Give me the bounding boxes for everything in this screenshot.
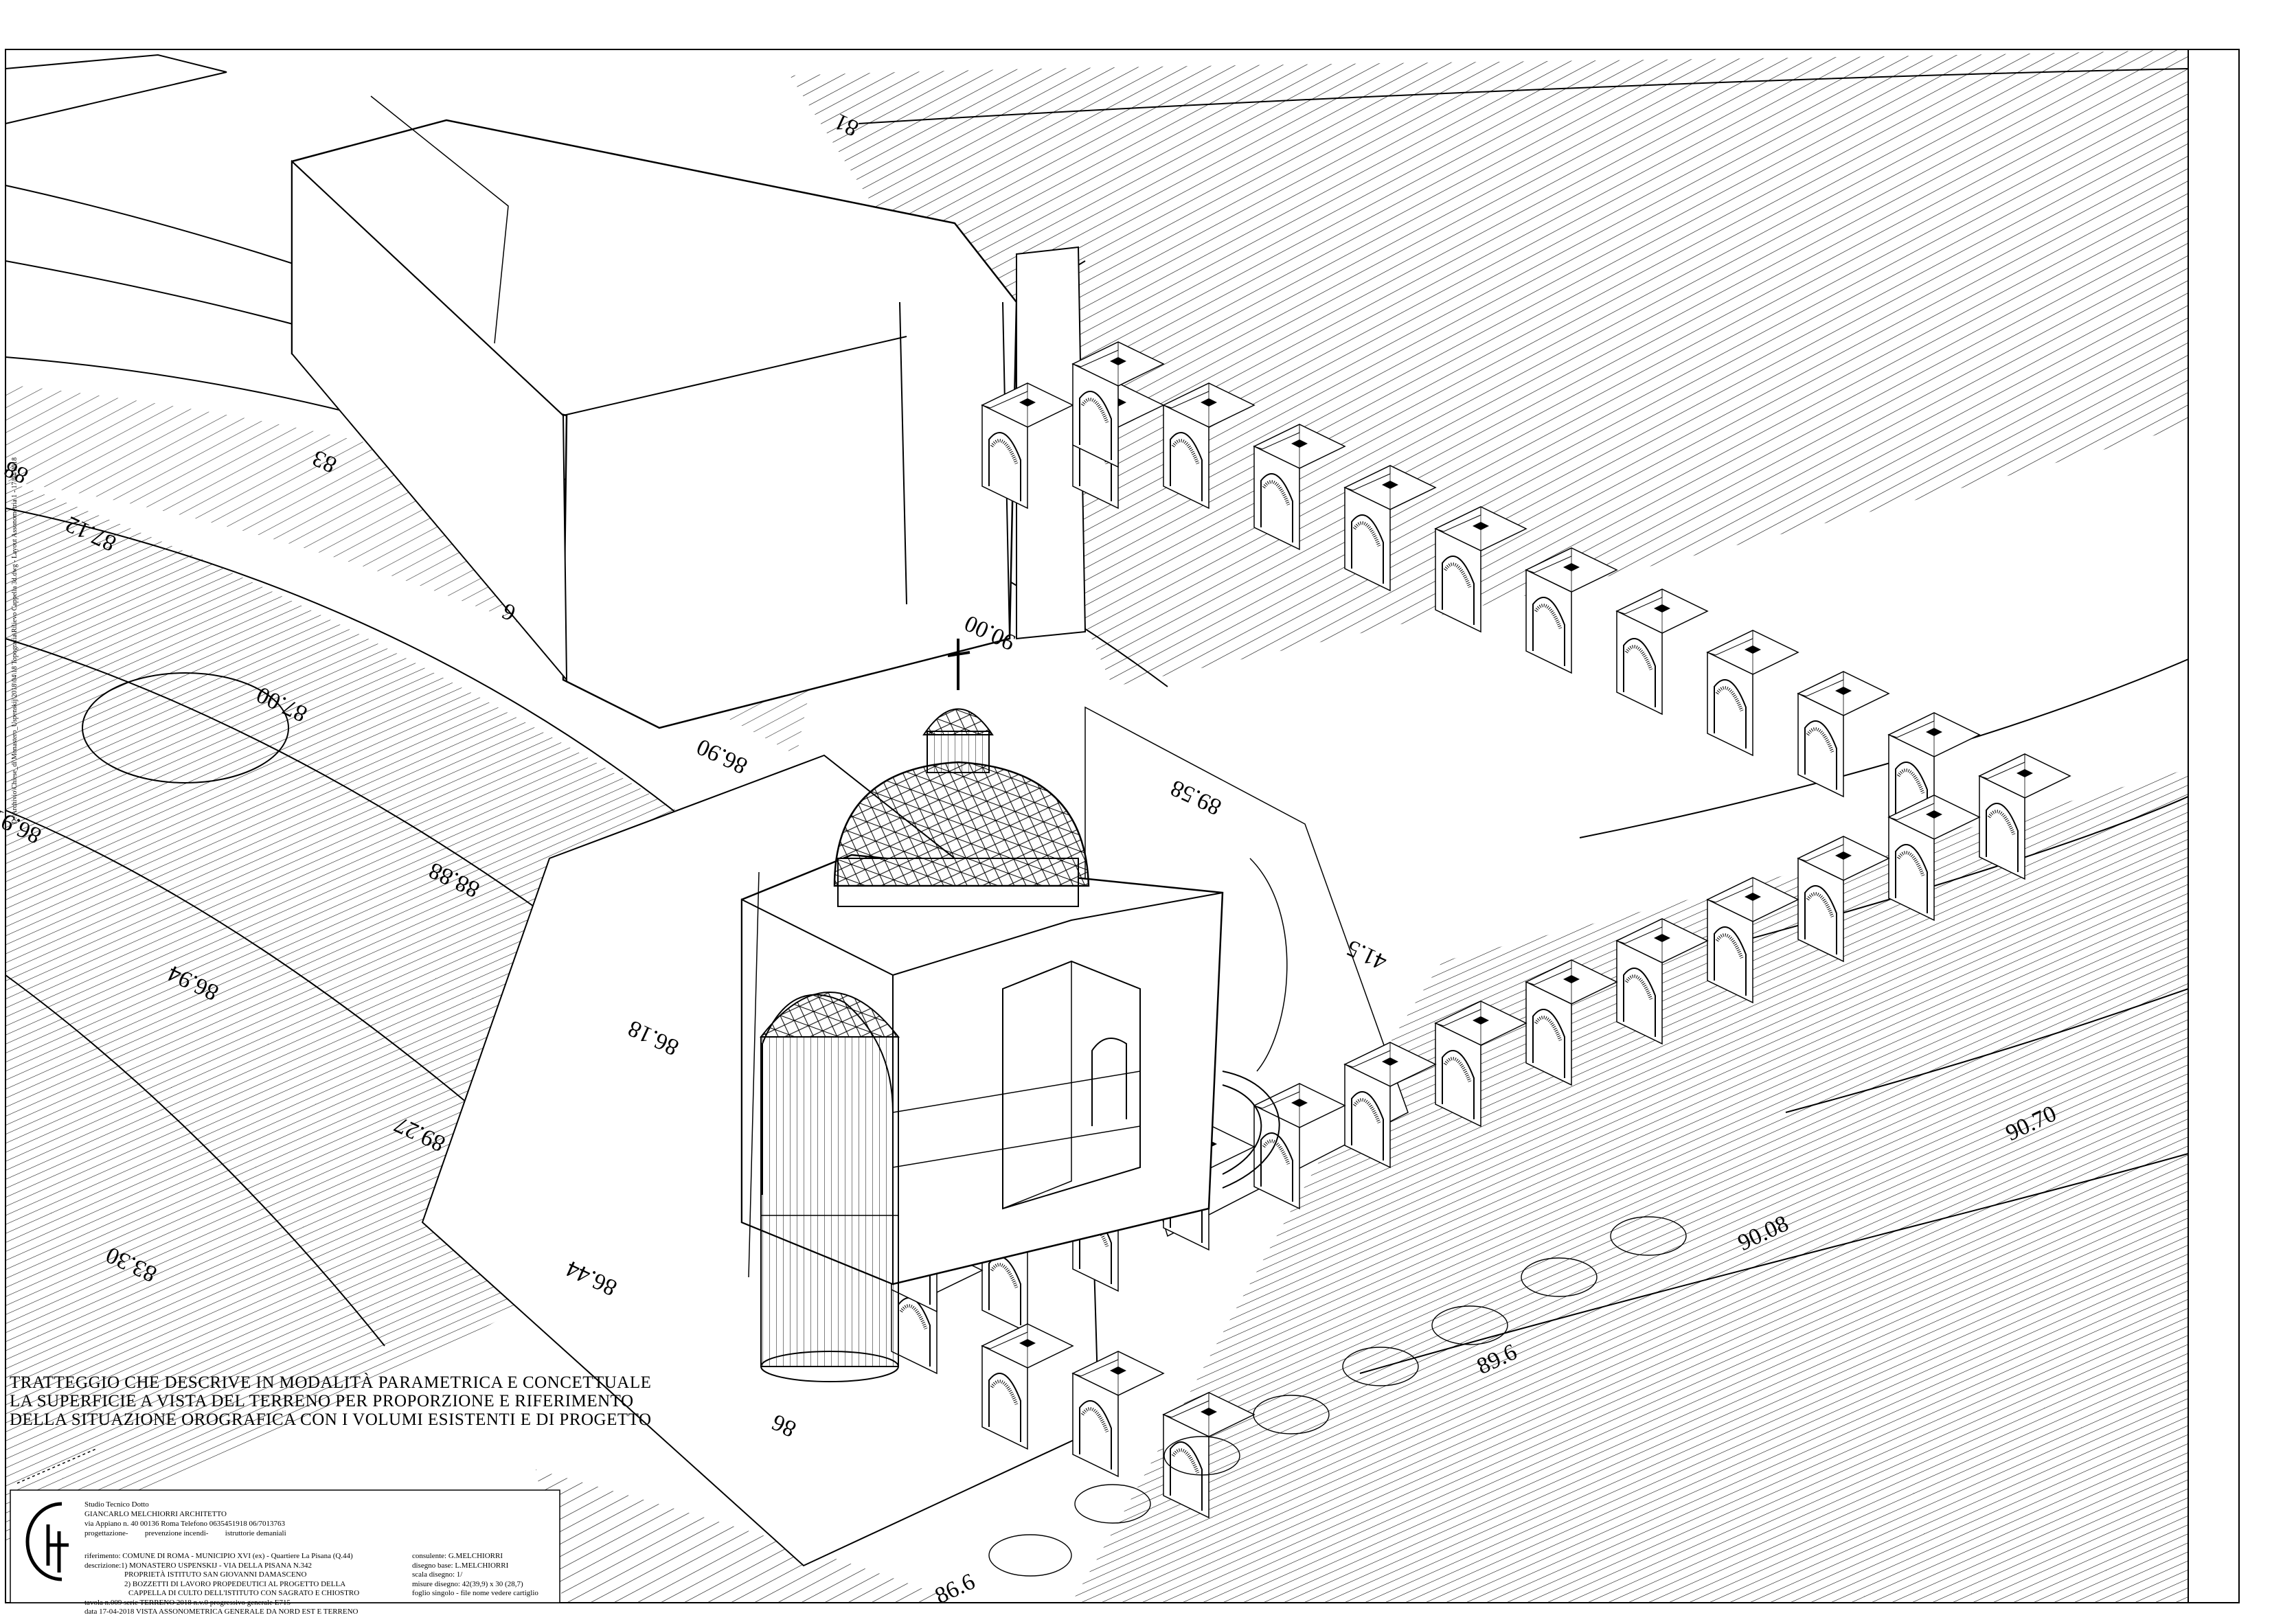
- tavola-number: tavola n.009 serie TERRENO 2018 n.v.0 pr…: [84, 1598, 291, 1607]
- firm-line: GIANCARLO MELCHIORRI ARCHITETTO: [84, 1510, 227, 1518]
- drawing-date: data 17-04-2018 VISTA ASSONOMETRICA GENE…: [84, 1608, 359, 1616]
- note-line: LA SUPERFICIE A VISTA DEL TERRENO PER PR…: [10, 1392, 634, 1410]
- note-line: TRATTEGGIO CHE DESCRIVE IN MODALITÀ PARA…: [10, 1373, 652, 1392]
- scala: scala disegno: 1/: [412, 1570, 463, 1579]
- drawing-description: riferimento: COMUNE DI ROMA - MUNICIPIO …: [84, 1552, 359, 1617]
- elev-label: 86.6: [931, 1569, 979, 1605]
- service-label: prevenzione incendi: [144, 1529, 206, 1537]
- descrizione-line: PROPRIETÀ ISTITUTO SAN GIOVANNI DAMASCEN…: [124, 1570, 307, 1579]
- riferimento: riferimento: COMUNE DI ROMA - MUNICIPIO …: [84, 1552, 353, 1560]
- descrizione-line: CAPPELLA DI CULTO DELL'ISTITUTO CON SAGR…: [128, 1589, 360, 1597]
- descrizione-line: descrizione:1) MONASTERO USPENSKIJ - VIA…: [84, 1561, 313, 1570]
- main-dome: [833, 761, 1090, 887]
- foglio: foglio singolo - file nome vedere cartig…: [412, 1589, 538, 1597]
- property-boundary: [5, 54, 227, 124]
- firm-line: Studio Tecnico Dotto: [84, 1500, 149, 1509]
- title-block: Studio Tecnico Dotto GIANCARLO MELCHIORR…: [10, 1490, 560, 1624]
- note-line: DELLA SITUAZIONE OROGRAFICA CON I VOLUMI…: [10, 1410, 652, 1429]
- file-path-label: D:\Archivio\Chiese_di\Monastero_Uspenski…: [11, 457, 19, 824]
- hatch-description-note: TRATTEGGIO CHE DESCRIVE IN MODALITÀ PARA…: [10, 1373, 652, 1429]
- drawing-credits: consulente: G.MELCHIORRI disegno base: L…: [412, 1552, 538, 1599]
- firm-line: via Appiano n. 40 00136 Roma Telefono 06…: [84, 1520, 286, 1528]
- consulente: consulente: G.MELCHIORRI: [412, 1552, 503, 1560]
- service-label: istruttorie demaniali: [225, 1529, 286, 1537]
- firm-services: progettazione-prevenzione incendi-istrut…: [84, 1529, 286, 1537]
- firm-info: Studio Tecnico Dotto GIANCARLO MELCHIORR…: [84, 1500, 286, 1538]
- axonometric-drawing: 81 83 87.12 87.00 6 86.90 89.58 88.88 86…: [0, 49, 2240, 1605]
- elev-label: 86.90: [693, 733, 751, 779]
- disegno-base: disegno base: L.MELCHIORRI: [412, 1561, 509, 1570]
- service-label: progettazione: [84, 1529, 126, 1537]
- misure: misure disegno: 42(39,9) x 30 (28,7): [412, 1579, 523, 1588]
- descrizione-line: 2) BOZZETTI DI LAVORO PROPEDEUTICI AL PR…: [124, 1579, 346, 1588]
